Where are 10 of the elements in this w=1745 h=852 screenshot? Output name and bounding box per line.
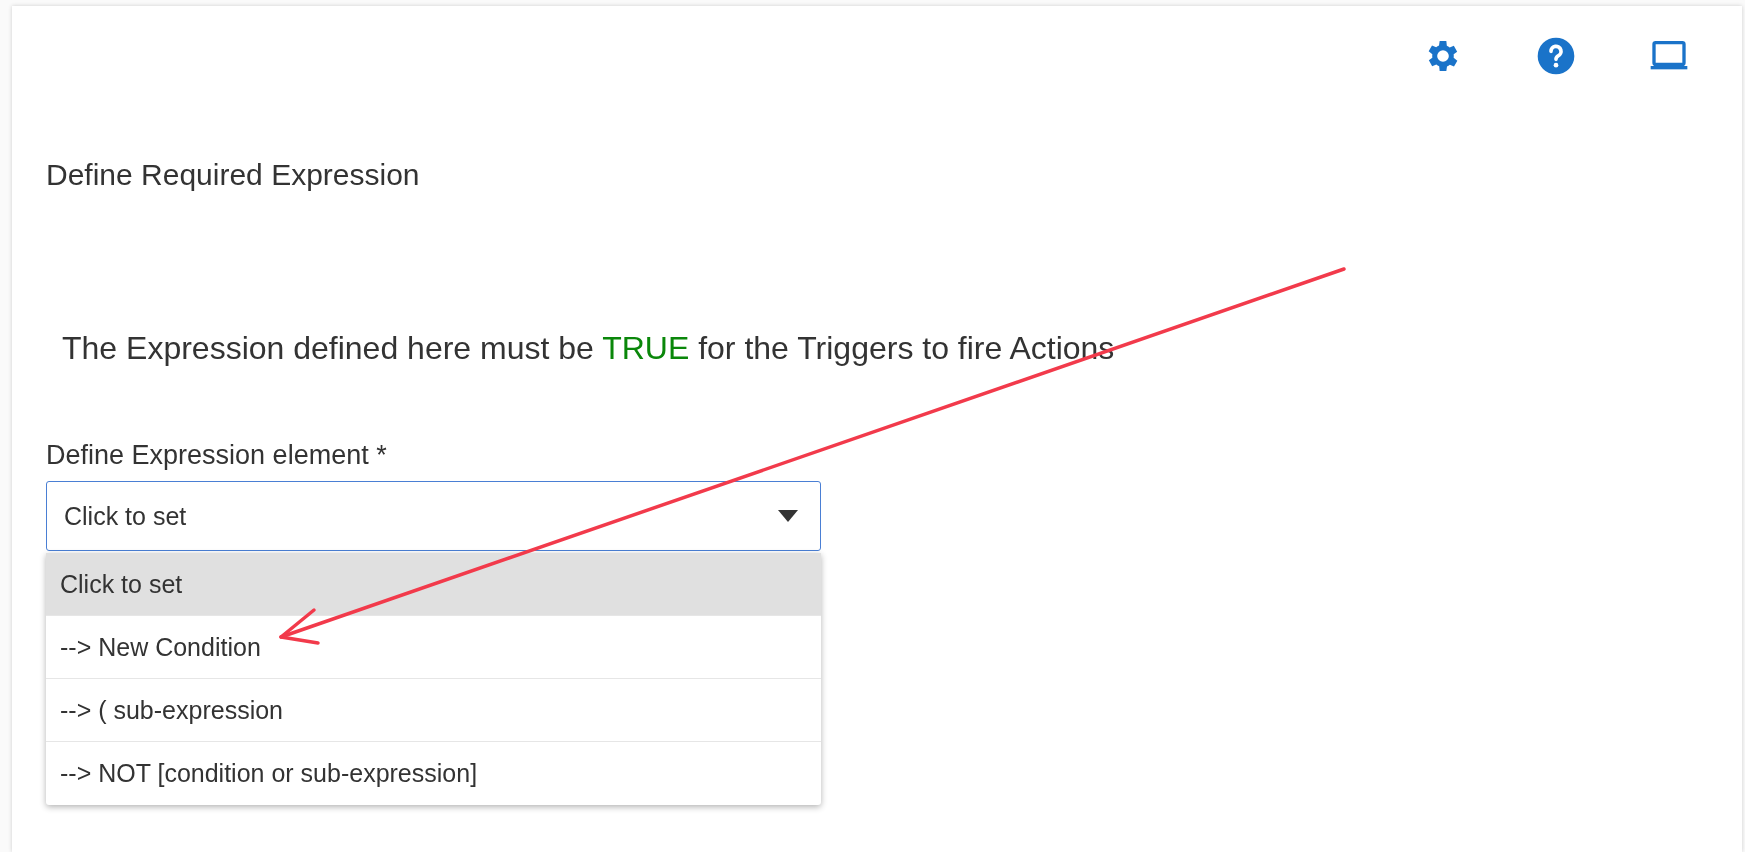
dropdown-option[interactable]: --> NOT [condition or sub-expression] — [46, 742, 821, 805]
help-icon[interactable] — [1536, 36, 1576, 76]
caret-icon — [778, 510, 798, 522]
expression-select[interactable]: Click to set — [46, 481, 821, 551]
page-title: Define Required Expression — [46, 157, 420, 193]
field-label: Define Expression element * — [46, 439, 387, 472]
dropdown-option[interactable]: Click to set — [46, 553, 821, 616]
dropdown-option[interactable]: --> New Condition — [46, 616, 821, 679]
notice-text: The Expression defined here must be TRUE for the Triggers to fire Actions — [62, 329, 1116, 368]
dropdown-option[interactable]: --> ( sub-expression — [46, 679, 821, 742]
